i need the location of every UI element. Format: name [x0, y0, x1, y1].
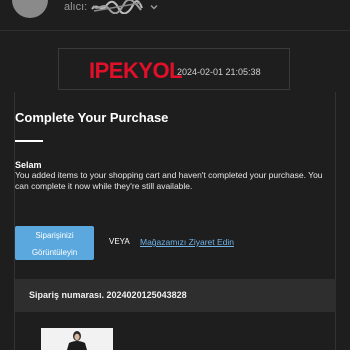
- visit-store-link[interactable]: Mağazamızı Ziyaret Edin: [140, 237, 234, 247]
- redacted-recipient-name: [91, 0, 144, 14]
- chevron-down-icon[interactable]: [149, 2, 159, 12]
- message-text: You added items to your shopping cart an…: [15, 170, 323, 191]
- order-number: Sipariş numarası. 2024020125043828: [29, 290, 187, 300]
- brand-header: IPEKYOL 2024-02-01 21:05:38: [58, 48, 290, 90]
- avatar[interactable]: [12, 0, 48, 18]
- view-order-button[interactable]: Siparişinizi Görüntüleyin: [15, 226, 94, 260]
- recipient-field[interactable]: alıcı:: [64, 0, 159, 14]
- recipient-label: alıcı:: [64, 1, 88, 13]
- view-order-label-line1: Siparişinizi: [35, 231, 74, 240]
- product-figure-icon: [41, 328, 113, 350]
- email-top-bar: alıcı:: [0, 0, 350, 22]
- or-separator: VEYA: [109, 237, 130, 246]
- title-underline: [15, 140, 43, 142]
- header-divider: [0, 30, 350, 31]
- product-image[interactable]: [41, 328, 113, 350]
- view-order-label-line2: Görüntüleyin: [31, 248, 78, 257]
- brand-logo[interactable]: IPEKYOL: [89, 58, 183, 84]
- email-datetime: 2024-02-01 21:05:38: [177, 67, 261, 77]
- order-number-bar: Sipariş numarası. 2024020125043828: [15, 279, 336, 312]
- page-title: Complete Your Purchase: [15, 110, 169, 125]
